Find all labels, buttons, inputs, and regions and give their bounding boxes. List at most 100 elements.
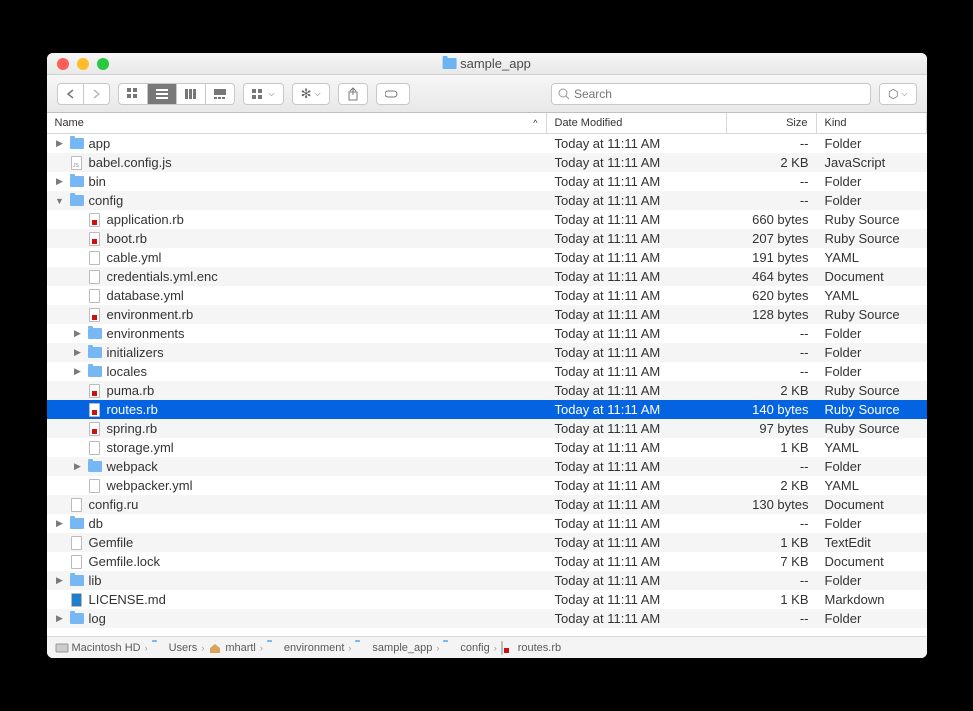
file-row[interactable]: ▶environmentsToday at 11:11 AM--Folder xyxy=(47,324,927,343)
search-field[interactable] xyxy=(551,83,871,105)
file-name-label: webpack xyxy=(107,459,158,474)
file-size: 191 bytes xyxy=(727,250,817,265)
ruby-icon xyxy=(87,402,103,418)
group-button[interactable]: ⌵ xyxy=(243,83,284,105)
file-name-cell: LICENSE.md xyxy=(47,592,547,608)
tags-button[interactable] xyxy=(376,83,410,105)
path-item[interactable]: Macintosh HD xyxy=(55,642,141,654)
file-row[interactable]: environment.rbToday at 11:11 AM128 bytes… xyxy=(47,305,927,324)
finder-window: sample_app ⌵ ✻⌵ ⬡⌵ Name^ Date Modified S… xyxy=(47,53,927,658)
file-row[interactable]: GemfileToday at 11:11 AM1 KBTextEdit xyxy=(47,533,927,552)
file-row[interactable]: ▶initializersToday at 11:11 AM--Folder xyxy=(47,343,927,362)
file-kind: Folder xyxy=(817,193,927,208)
file-date: Today at 11:11 AM xyxy=(547,535,727,550)
path-item[interactable]: environment xyxy=(267,642,345,654)
share-button[interactable] xyxy=(338,83,368,105)
file-row[interactable]: storage.ymlToday at 11:11 AM1 KBYAML xyxy=(47,438,927,457)
file-row[interactable]: ▶logToday at 11:11 AM--Folder xyxy=(47,609,927,628)
file-row[interactable]: boot.rbToday at 11:11 AM207 bytesRuby So… xyxy=(47,229,927,248)
disclosure-triangle-icon[interactable]: ▶ xyxy=(55,176,65,187)
file-name-label: config xyxy=(89,193,124,208)
view-buttons xyxy=(118,83,235,105)
file-name-label: LICENSE.md xyxy=(89,592,166,607)
file-row[interactable]: ▶webpackToday at 11:11 AM--Folder xyxy=(47,457,927,476)
disclosure-triangle-icon[interactable]: ▼ xyxy=(55,196,65,206)
dropbox-button[interactable]: ⬡⌵ xyxy=(879,83,917,105)
path-item[interactable]: config xyxy=(443,642,489,654)
ruby-icon xyxy=(87,421,103,437)
file-name-cell: ▶db xyxy=(47,516,547,532)
file-row[interactable]: config.ruToday at 11:11 AM130 bytesDocum… xyxy=(47,495,927,514)
path-item[interactable]: sample_app xyxy=(355,642,432,654)
disclosure-triangle-icon[interactable]: ▶ xyxy=(73,366,83,377)
file-row[interactable]: Gemfile.lockToday at 11:11 AM7 KBDocumen… xyxy=(47,552,927,571)
file-name-label: routes.rb xyxy=(107,402,158,417)
file-row[interactable]: babel.config.jsToday at 11:11 AM2 KBJava… xyxy=(47,153,927,172)
file-kind: TextEdit xyxy=(817,535,927,550)
file-kind: YAML xyxy=(817,250,927,265)
action-button[interactable]: ✻⌵ xyxy=(292,83,330,105)
file-row[interactable]: puma.rbToday at 11:11 AM2 KBRuby Source xyxy=(47,381,927,400)
file-kind: Markdown xyxy=(817,592,927,607)
disclosure-triangle-icon[interactable]: ▶ xyxy=(55,518,65,529)
file-name-label: Gemfile xyxy=(89,535,134,550)
file-size: -- xyxy=(727,364,817,379)
file-name-label: environment.rb xyxy=(107,307,194,322)
toolbar: ⌵ ✻⌵ ⬡⌵ xyxy=(47,75,927,113)
forward-button[interactable] xyxy=(84,83,110,105)
path-item[interactable]: mhartl xyxy=(208,642,256,654)
icon-view-button[interactable] xyxy=(118,83,148,105)
file-row[interactable]: ▼configToday at 11:11 AM--Folder xyxy=(47,191,927,210)
column-date[interactable]: Date Modified xyxy=(547,113,727,133)
column-kind[interactable]: Kind xyxy=(817,113,927,133)
file-name-cell: config.ru xyxy=(47,497,547,513)
file-size: -- xyxy=(727,193,817,208)
minimize-button[interactable] xyxy=(77,58,89,70)
gallery-view-button[interactable] xyxy=(206,83,235,105)
column-name[interactable]: Name^ xyxy=(47,113,547,133)
column-size[interactable]: Size xyxy=(727,113,817,133)
file-name-label: database.yml xyxy=(107,288,184,303)
close-button[interactable] xyxy=(57,58,69,70)
file-name-cell: environment.rb xyxy=(47,307,547,323)
list-view-button[interactable] xyxy=(148,83,177,105)
file-row[interactable]: ▶libToday at 11:11 AM--Folder xyxy=(47,571,927,590)
disclosure-triangle-icon[interactable]: ▶ xyxy=(73,328,83,339)
file-name-label: boot.rb xyxy=(107,231,147,246)
file-row[interactable]: application.rbToday at 11:11 AM660 bytes… xyxy=(47,210,927,229)
file-name-label: cable.yml xyxy=(107,250,162,265)
file-row[interactable]: routes.rbToday at 11:11 AM140 bytesRuby … xyxy=(47,400,927,419)
disclosure-triangle-icon[interactable]: ▶ xyxy=(55,575,65,586)
path-item[interactable]: Users xyxy=(152,642,198,654)
file-row[interactable]: database.ymlToday at 11:11 AM620 bytesYA… xyxy=(47,286,927,305)
zoom-button[interactable] xyxy=(97,58,109,70)
file-row[interactable]: credentials.yml.encToday at 11:11 AM464 … xyxy=(47,267,927,286)
file-row[interactable]: webpacker.ymlToday at 11:11 AM2 KBYAML xyxy=(47,476,927,495)
search-input[interactable] xyxy=(574,87,864,101)
file-date: Today at 11:11 AM xyxy=(547,421,727,436)
file-name-label: spring.rb xyxy=(107,421,158,436)
window-title: sample_app xyxy=(442,56,531,71)
file-icon xyxy=(87,288,103,304)
file-size: 2 KB xyxy=(727,383,817,398)
disclosure-triangle-icon[interactable]: ▶ xyxy=(73,461,83,472)
file-list[interactable]: ▶appToday at 11:11 AM--Folderbabel.confi… xyxy=(47,134,927,636)
file-row[interactable]: ▶binToday at 11:11 AM--Folder xyxy=(47,172,927,191)
file-name-label: webpacker.yml xyxy=(107,478,193,493)
disclosure-triangle-icon[interactable]: ▶ xyxy=(73,347,83,358)
file-row[interactable]: LICENSE.mdToday at 11:11 AM1 KBMarkdown xyxy=(47,590,927,609)
file-date: Today at 11:11 AM xyxy=(547,554,727,569)
path-label: Users xyxy=(169,642,198,654)
file-row[interactable]: cable.ymlToday at 11:11 AM191 bytesYAML xyxy=(47,248,927,267)
file-row[interactable]: ▶dbToday at 11:11 AM--Folder xyxy=(47,514,927,533)
ruby-icon xyxy=(87,212,103,228)
disclosure-triangle-icon[interactable]: ▶ xyxy=(55,138,65,149)
file-row[interactable]: ▶appToday at 11:11 AM--Folder xyxy=(47,134,927,153)
column-view-button[interactable] xyxy=(177,83,206,105)
path-item[interactable]: routes.rb xyxy=(501,642,561,654)
disclosure-triangle-icon[interactable]: ▶ xyxy=(55,613,65,624)
file-row[interactable]: spring.rbToday at 11:11 AM97 bytesRuby S… xyxy=(47,419,927,438)
file-row[interactable]: ▶localesToday at 11:11 AM--Folder xyxy=(47,362,927,381)
traffic-lights xyxy=(47,58,109,70)
back-button[interactable] xyxy=(57,83,84,105)
